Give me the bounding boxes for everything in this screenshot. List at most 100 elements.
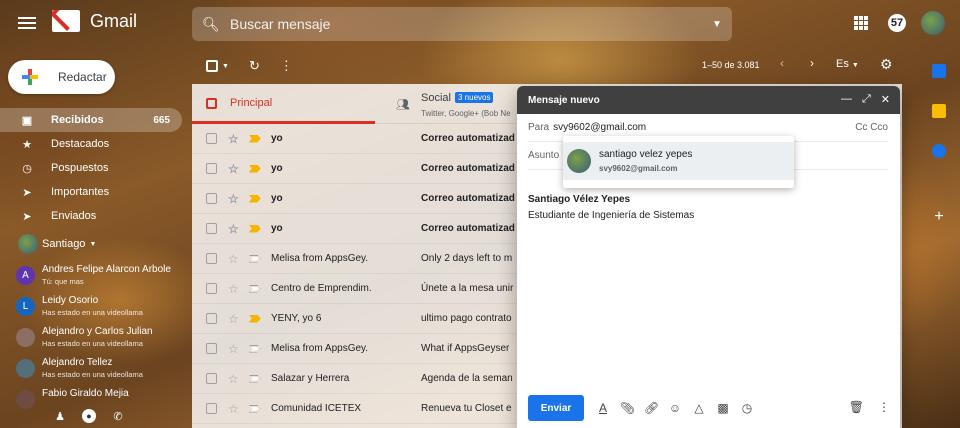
sidebar-item-pospuestos[interactable]: ◷ Pospuestos [0,156,182,180]
attach-icon[interactable]: 📎︎ [620,401,635,415]
star-icon[interactable]: ☆ [228,402,239,416]
trash-icon[interactable]: 🗑︎ [849,400,864,414]
contact-item[interactable]: Alejandro y Carlos Julian Has estado en u… [16,326,176,357]
email-sender: yo [271,193,283,204]
star-icon[interactable]: ☆ [228,222,239,236]
important-marker-icon[interactable] [248,344,261,353]
row-checkbox[interactable] [206,343,217,354]
star-icon[interactable]: ☆ [228,162,239,176]
search-input[interactable] [230,16,702,32]
chat-bubble-icon[interactable]: ● [82,409,96,423]
search-options-icon[interactable]: ▼ [702,19,732,30]
more-options-icon[interactable]: ⋮ [280,58,293,74]
gmail-logo[interactable]: Gmail [52,10,137,32]
drive-icon[interactable]: △ [692,401,706,415]
photo-icon[interactable]: ▩ [716,401,730,415]
star-icon[interactable]: ☆ [228,192,239,206]
calendar-icon[interactable] [932,64,946,78]
list-toolbar: ▼ ↻ ⋮ [192,52,902,80]
row-checkbox[interactable] [206,193,217,204]
send-button[interactable]: Enviar [528,395,584,421]
logo-text: Gmail [90,10,138,31]
cc-bcc-link[interactable]: Cc Cco [855,122,888,133]
main-menu-icon[interactable] [18,14,36,34]
hangouts-contacts: A Andres Felipe Alarcon Arbole Tú: que ma… [16,264,176,419]
row-checkbox[interactable] [206,253,217,264]
account-avatar[interactable] [921,11,945,35]
contact-item[interactable]: L Leidy Osorio Has estado en una videolla… [16,295,176,326]
to-input[interactable] [553,122,814,133]
star-icon[interactable]: ☆ [228,132,239,146]
sidebar-item-importantes[interactable]: ➤ Importantes [0,180,182,204]
keep-icon[interactable] [932,104,946,118]
star-icon[interactable]: ☆ [228,312,239,326]
input-tools-button[interactable]: Es ▼ [836,58,859,70]
tab-principal[interactable]: Principal [192,84,375,124]
chevron-down-icon: ▼ [89,240,97,248]
hangouts-footer: ♟ ● ✆ [52,404,182,428]
recipient-suggestions: santiago velez yepes svy9602@gmail.com [563,136,794,188]
person-icon[interactable]: ♟ [52,410,68,423]
select-all-checkbox[interactable] [206,60,218,72]
important-marker-icon[interactable] [248,314,261,323]
row-checkbox[interactable] [206,283,217,294]
search-icon[interactable]: 🔍︎ [202,16,224,33]
message-body[interactable]: Santiago Vélez Yepes Estudiante de Ingen… [528,192,694,224]
sidebar-item-recibidos[interactable]: ▣ Recibidos 665 [0,108,182,132]
email-subject: Only 2 days left to m [421,253,513,264]
important-marker-icon[interactable] [248,164,261,173]
more-options-icon[interactable]: ⋮ [878,400,890,414]
phone-icon[interactable]: ✆ [110,410,126,423]
important-marker-icon[interactable] [248,224,261,233]
formatting-icon[interactable]: A [596,401,610,415]
apps-grid-icon[interactable] [854,16,868,30]
sidebar-item-enviados[interactable]: ➤ Enviados [0,204,182,228]
suggestion-item[interactable]: santiago velez yepes svy9602@gmail.com [563,142,794,180]
star-icon[interactable]: ☆ [228,252,239,266]
tasks-icon[interactable] [932,144,946,158]
chevron-left-icon[interactable]: ‹ [780,56,784,70]
chevron-right-icon[interactable]: › [810,56,814,70]
link-icon[interactable]: 🔗︎ [644,401,659,415]
gear-icon[interactable]: ⚙ [880,56,893,73]
important-marker-icon[interactable] [248,254,261,263]
emoji-icon[interactable]: ☺ [668,401,682,415]
important-marker-icon[interactable] [248,284,261,293]
hangouts-user[interactable]: Santiago ▼ [18,234,96,254]
row-checkbox[interactable] [206,163,217,174]
compose-header[interactable]: Mensaje nuevo — ⤢ ✕ [517,86,900,114]
refresh-icon[interactable]: ↻ [249,58,260,74]
send-icon: ➤ [22,210,32,223]
email-sender: Salazar y Herrera [271,373,350,384]
email-sender: YENY, yo 6 [271,313,322,324]
sidebar-item-destacados[interactable]: ★ Destacados [0,132,182,156]
add-addon-icon[interactable]: + [932,209,946,225]
email-sender: Centro de Emprendim. [271,283,372,294]
contact-item[interactable]: A Andres Felipe Alarcon Arbole Tú: que ma… [16,264,176,295]
row-checkbox[interactable] [206,133,217,144]
row-checkbox[interactable] [206,403,217,414]
clock-icon: ◷ [22,162,32,175]
expand-icon[interactable]: ⤢ [862,93,871,106]
minimize-icon[interactable]: — [841,93,852,106]
important-marker-icon[interactable] [248,134,261,143]
notifications-badge[interactable]: 57 [888,14,906,32]
close-icon[interactable]: ✕ [881,93,890,106]
row-checkbox[interactable] [206,223,217,234]
important-marker-icon[interactable] [248,404,261,413]
important-marker-icon[interactable] [248,194,261,203]
email-subject: Únete a la mesa unir [421,283,514,294]
important-marker-icon[interactable] [248,374,261,383]
confidential-icon[interactable]: ◷ [740,401,754,415]
row-checkbox[interactable] [206,313,217,324]
compose-button[interactable]: Redactar [8,60,115,94]
star-icon[interactable]: ☆ [228,282,239,296]
row-checkbox[interactable] [206,373,217,384]
contact-item[interactable]: Alejandro Tellez Has estado en una videol… [16,357,176,388]
star-icon[interactable]: ☆ [228,372,239,386]
star-icon[interactable]: ☆ [228,342,239,356]
select-dropdown-icon[interactable]: ▼ [222,63,229,70]
tab-social[interactable]: 👥︎ Social 3 nuevos Twitter, Google+ (Bob… [392,84,512,124]
contact-status: Has estado en una videollama [42,339,143,348]
avatar: A [16,266,35,285]
